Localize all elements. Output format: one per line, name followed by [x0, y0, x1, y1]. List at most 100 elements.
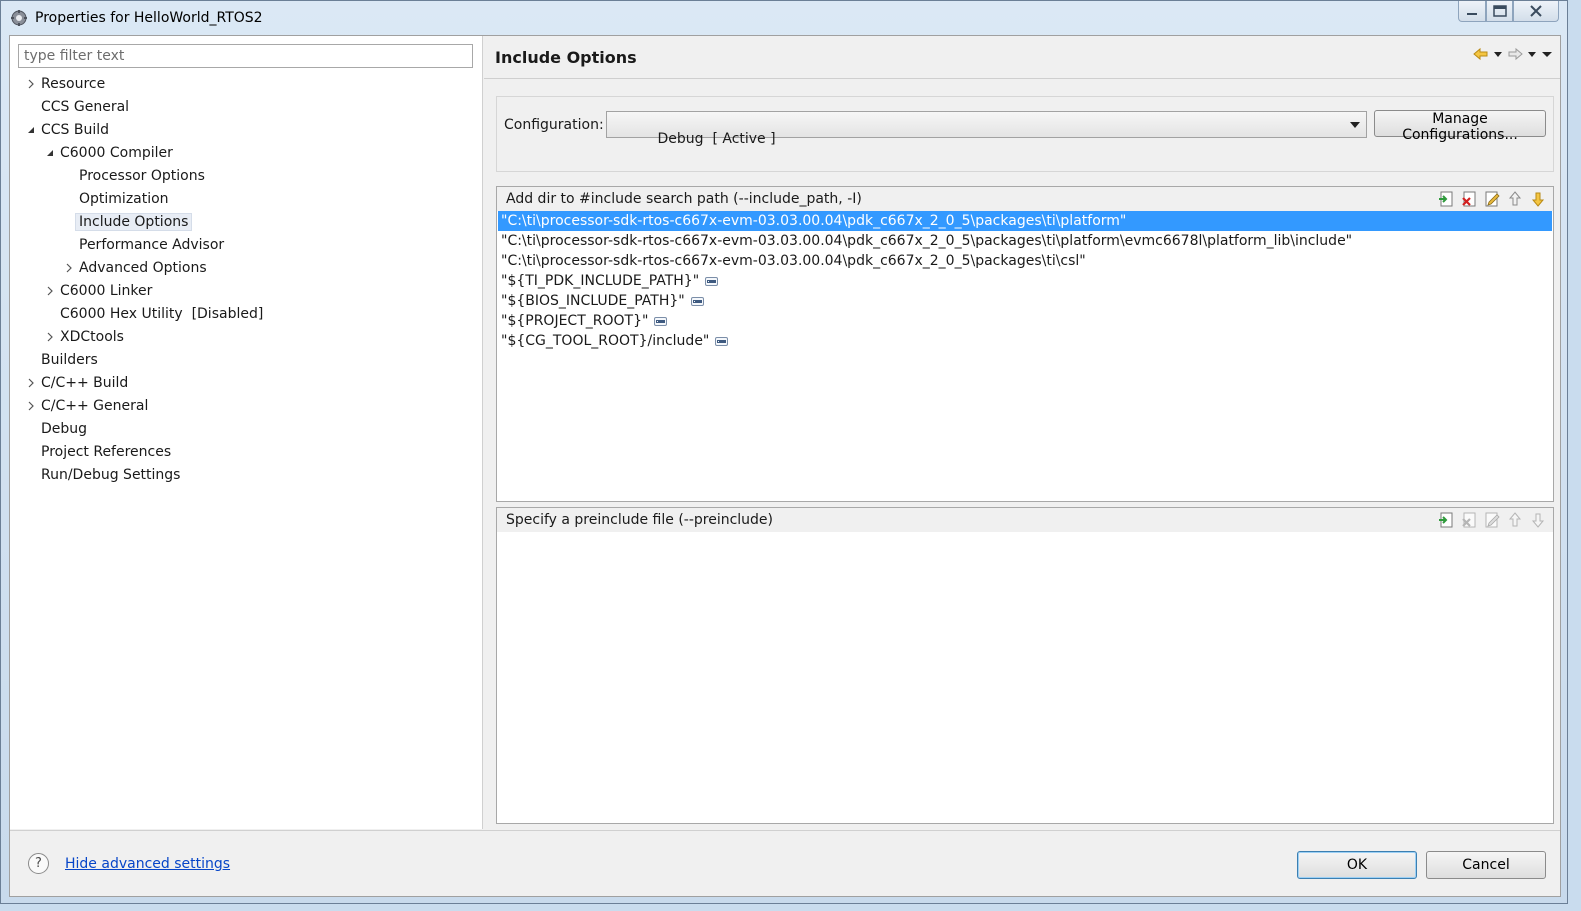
tree-item-label: Builders [41, 352, 98, 368]
window-title: Properties for HelloWorld_RTOS2 [35, 10, 263, 26]
tree-item-label: Optimization [79, 191, 169, 207]
page-title: Include Options [495, 48, 637, 67]
include-path-row[interactable]: "${TI_PDK_INCLUDE_PATH}" [498, 271, 1552, 291]
dropdown-arrow-icon [1350, 122, 1360, 128]
include-path-row[interactable]: "C:\ti\processor-sdk-rtos-c667x-evm-03.0… [498, 251, 1552, 271]
tree-item-c6000-hex-utility[interactable]: C6000 Hex Utility [Disabled] [45, 303, 267, 325]
back-arrow-icon[interactable] [1472, 46, 1490, 62]
delete-icon [1462, 512, 1476, 528]
expanded-triangle-icon[interactable] [26, 119, 36, 141]
tree-item-label: Run/Debug Settings [41, 467, 181, 483]
tree-item-debug[interactable]: Debug [26, 418, 91, 440]
add-icon[interactable] [1437, 511, 1455, 529]
chevron-right-icon[interactable] [45, 280, 55, 302]
app-gear-icon [11, 10, 27, 26]
tree-item-label: Debug [41, 421, 88, 437]
include-path-row[interactable]: "C:\ti\processor-sdk-rtos-c667x-evm-03.0… [498, 211, 1552, 231]
chevron-right-icon[interactable] [26, 73, 36, 95]
tree-item-advanced-options[interactable]: Advanced Options [64, 257, 211, 279]
include-path-list[interactable]: "C:\ti\processor-sdk-rtos-c667x-evm-03.0… [498, 211, 1552, 500]
move-up-icon[interactable] [1506, 190, 1524, 208]
include-path-text: "${TI_PDK_INCLUDE_PATH}" [501, 273, 700, 289]
tree-item-include-options[interactable]: Include Options [64, 211, 193, 233]
tree-item-c6000-compiler[interactable]: C6000 Compiler [45, 142, 177, 164]
window-controls [1458, 1, 1559, 23]
page-navigation [1472, 46, 1554, 62]
configuration-select[interactable]: Debug [ Active ] [606, 111, 1367, 147]
include-path-text: "${CG_TOOL_ROOT}/include" [501, 333, 710, 349]
close-button[interactable] [1513, 1, 1559, 22]
tree-item-optimization[interactable]: Optimization [64, 188, 173, 210]
preinclude-list[interactable] [498, 532, 1552, 822]
preinclude-header: Specify a preinclude file (--preinclude) [497, 508, 1553, 532]
tree-item-label: Project References [41, 444, 172, 460]
maximize-icon [1492, 5, 1507, 17]
move-down-icon [1531, 513, 1545, 528]
tree-item-label: C/C++ Build [41, 375, 129, 391]
configuration-label: Configuration: [504, 117, 604, 133]
tree-item-label: Include Options [75, 213, 193, 231]
title-bar[interactable]: Properties for HelloWorld_RTOS2 [1, 1, 1567, 35]
chevron-right-icon[interactable] [64, 257, 74, 279]
tree-item-cpp-build[interactable]: C/C++ Build [26, 372, 132, 394]
property-page: Include Options Configuration: Debug [ A… [484, 36, 1560, 829]
maximize-button[interactable] [1486, 1, 1513, 22]
expanded-triangle-icon[interactable] [45, 142, 55, 164]
tree-item-c6000-linker[interactable]: C6000 Linker [45, 280, 156, 302]
minimize-icon [1467, 13, 1477, 15]
ok-button[interactable]: OK [1297, 851, 1417, 879]
variable-ellipsis-icon [715, 336, 729, 346]
include-path-text: "C:\ti\processor-sdk-rtos-c667x-evm-03.0… [501, 253, 1086, 269]
hide-advanced-settings-link[interactable]: Hide advanced settings [65, 856, 230, 872]
include-path-row[interactable]: "C:\ti\processor-sdk-rtos-c667x-evm-03.0… [498, 231, 1552, 251]
tree-item-label: C6000 Compiler [60, 145, 173, 161]
edit-icon[interactable] [1483, 190, 1501, 208]
manage-configurations-button[interactable]: Manage Configurations... [1374, 110, 1546, 143]
tree-item-label: Processor Options [79, 168, 205, 184]
include-path-title: Add dir to #include search path (--inclu… [506, 191, 862, 207]
include-path-group: Add dir to #include search path (--inclu… [496, 186, 1554, 502]
move-down-icon[interactable] [1529, 190, 1547, 208]
tree-item-label: C/C++ General [41, 398, 149, 414]
tree-item-resource[interactable]: Resource [26, 73, 109, 95]
include-path-text: "C:\ti\processor-sdk-rtos-c667x-evm-03.0… [501, 213, 1127, 229]
filter-input[interactable] [18, 44, 473, 68]
tree-item-cpp-general[interactable]: C/C++ General [26, 395, 152, 417]
tree-item-project-references[interactable]: Project References [26, 441, 175, 463]
delete-icon[interactable] [1460, 190, 1478, 208]
add-icon[interactable] [1437, 190, 1455, 208]
dialog-client-area: Resource CCS General CCS Build C6000 Com… [9, 35, 1561, 897]
include-path-toolbar [1437, 190, 1547, 208]
forward-arrow-icon[interactable] [1506, 46, 1524, 62]
tree-item-label: Resource [41, 76, 106, 92]
include-path-row[interactable]: "${PROJECT_ROOT}" [498, 311, 1552, 331]
chevron-right-icon[interactable] [45, 326, 55, 348]
tree-item-builders[interactable]: Builders [26, 349, 102, 371]
tree-item-performance-advisor[interactable]: Performance Advisor [64, 234, 228, 256]
tree-item-label: CCS General [41, 99, 130, 115]
properties-dialog: Properties for HelloWorld_RTOS2 Resource [0, 0, 1568, 904]
forward-dropdown-icon[interactable] [1526, 46, 1538, 62]
tree-item-processor-options[interactable]: Processor Options [64, 165, 209, 187]
include-path-row[interactable]: "${CG_TOOL_ROOT}/include" [498, 331, 1552, 351]
tree-item-ccs-build[interactable]: CCS Build [26, 119, 113, 141]
tree-item-label: CCS Build [41, 122, 110, 138]
chevron-right-icon[interactable] [26, 395, 36, 417]
tree-item-label: Advanced Options [79, 260, 207, 276]
view-menu-icon[interactable] [1540, 46, 1554, 62]
tree-item-label: Performance Advisor [79, 237, 225, 253]
include-path-row[interactable]: "${BIOS_INCLUDE_PATH}" [498, 291, 1552, 311]
minimize-button[interactable] [1458, 1, 1486, 22]
tree-item-run-debug-settings[interactable]: Run/Debug Settings [26, 464, 184, 486]
variable-ellipsis-icon [705, 276, 719, 286]
cancel-button[interactable]: Cancel [1426, 851, 1546, 879]
help-icon[interactable]: ? [28, 853, 49, 874]
edit-icon [1485, 512, 1500, 528]
tree-item-xdctools[interactable]: XDCtools [45, 326, 128, 348]
back-dropdown-icon[interactable] [1492, 46, 1504, 62]
preinclude-toolbar [1437, 511, 1547, 529]
chevron-right-icon[interactable] [26, 372, 36, 394]
tree-item-ccs-general[interactable]: CCS General [26, 96, 133, 118]
tree-item-label: C6000 Hex Utility [Disabled] [60, 306, 264, 322]
include-path-text: "C:\ti\processor-sdk-rtos-c667x-evm-03.0… [501, 233, 1353, 249]
